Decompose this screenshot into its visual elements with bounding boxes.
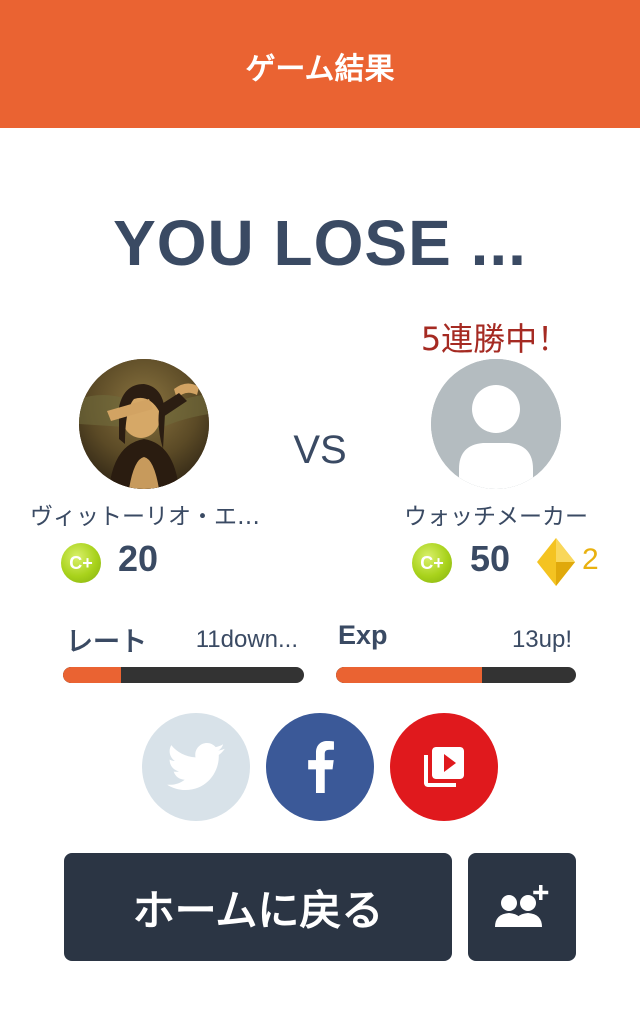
video-playlist-icon <box>424 747 464 787</box>
home-button[interactable]: ホームに戻る <box>64 853 452 961</box>
video-share-button[interactable] <box>390 713 498 821</box>
twitter-bird-icon <box>167 743 225 791</box>
coin-plus-icon: C+ <box>61 543 101 583</box>
vs-label: VS <box>293 428 347 472</box>
player-left-name: ヴィットーリオ・エ… <box>30 504 260 530</box>
exp-progress-fill <box>336 667 483 683</box>
coin-plus-icon: C+ <box>412 543 452 583</box>
facebook-f-icon <box>308 741 334 793</box>
player-left-score: 20 <box>118 538 159 579</box>
facebook-share-button[interactable] <box>266 713 374 821</box>
header-title: ゲーム結果 <box>245 52 395 87</box>
rate-change: 11down... <box>195 626 298 653</box>
app-header: ゲーム結果 <box>0 0 640 128</box>
default-user-icon <box>431 359 561 489</box>
twitter-share-button[interactable] <box>142 713 250 821</box>
player-right-avatar[interactable] <box>431 359 561 489</box>
result-title: YOU LOSE ... <box>113 207 527 279</box>
rate-label: レート <box>66 627 147 658</box>
exp-progress-bar <box>336 667 576 683</box>
exp-change: 13up! <box>511 626 572 653</box>
player-left-avatar[interactable] <box>79 359 209 489</box>
rate-progress-bar <box>63 667 304 683</box>
win-streak-label: 5連勝中！ <box>420 320 570 358</box>
player-right-score: 50 <box>470 538 511 579</box>
gem-icon <box>537 538 575 586</box>
gem-count: 2 <box>582 543 599 576</box>
exp-label: Exp <box>338 620 388 650</box>
add-friend-icon <box>495 885 549 927</box>
add-friend-button[interactable] <box>468 853 576 961</box>
portrait-image <box>79 359 209 489</box>
rate-progress-fill <box>63 667 121 683</box>
player-right-name: ウォッチメーカー <box>404 504 588 530</box>
